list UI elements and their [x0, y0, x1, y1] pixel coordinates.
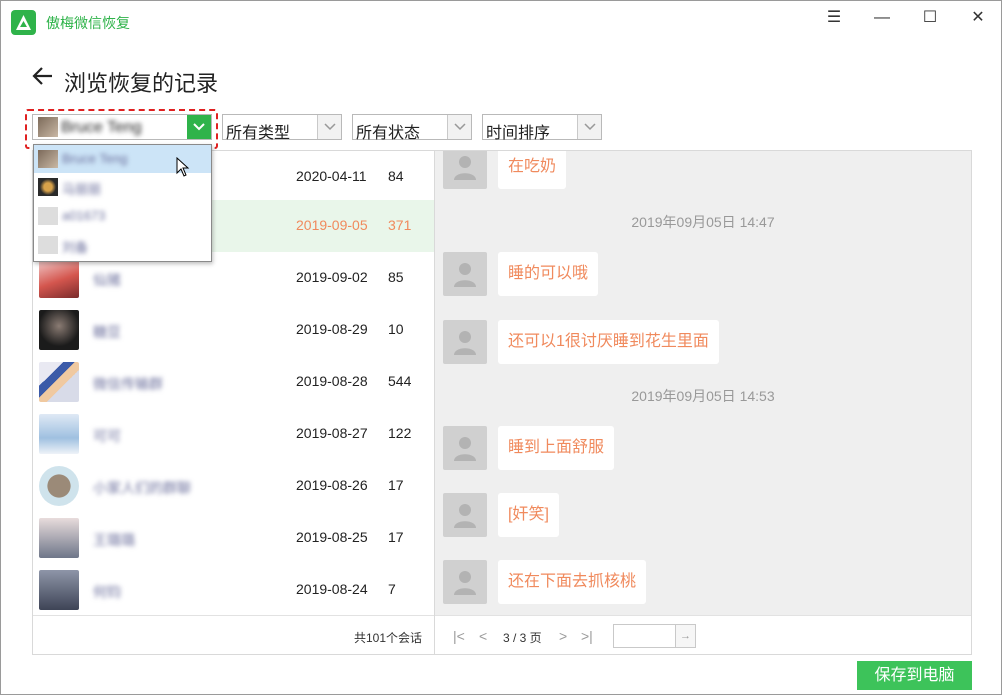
session-name: 小家人们的群聊: [93, 480, 191, 496]
message-bubble: 在吃奶: [498, 151, 567, 189]
status-filter-value: 所有状态: [356, 125, 421, 142]
user-avatar-icon: [38, 236, 58, 254]
session-avatar: [39, 362, 79, 402]
session-avatar: [39, 518, 79, 558]
option-label: 马丽丽: [62, 182, 102, 197]
prev-page-button[interactable]: <: [479, 628, 487, 644]
session-row[interactable]: 糖豆 2019-08-29 10: [33, 304, 434, 356]
minimize-button[interactable]: —: [867, 7, 897, 29]
session-row[interactable]: 何钧 2019-08-24 7: [33, 564, 434, 616]
app-logo: [11, 10, 36, 35]
message-bubble: 还可以1很讨厌睡到花生里面: [498, 320, 719, 364]
message-bubble: 还在下面去抓核桃: [498, 560, 647, 604]
session-date: 2019-08-24: [296, 581, 368, 597]
type-filter-value: 所有类型: [226, 125, 291, 142]
user-avatar-icon: [443, 426, 487, 470]
menu-icon[interactable]: ☰: [819, 7, 849, 29]
type-filter-select[interactable]: 所有类型: [222, 114, 342, 142]
user-avatar-icon: [38, 207, 58, 225]
contact-avatar: [38, 178, 58, 196]
session-row[interactable]: 小家人们的群聊 2019-08-26 17: [33, 460, 434, 512]
sort-filter-select[interactable]: 时间排序: [482, 114, 602, 142]
user-avatar-icon: [443, 252, 487, 296]
session-avatar: [39, 258, 79, 298]
go-page-button[interactable]: →: [675, 625, 695, 647]
dropdown-option[interactable]: a01673: [34, 202, 211, 230]
chevron-down-icon[interactable]: [317, 115, 341, 139]
session-date: 2019-08-28: [296, 373, 368, 389]
session-name: 王璐璐: [93, 532, 135, 548]
pagination: |< < 3 / 3 页 > >| →: [435, 615, 971, 655]
message-bubble: [奸笑]: [498, 493, 559, 537]
mouse-cursor-icon: [176, 157, 190, 177]
chat-timestamp: 2019年09月05日 14:53: [631, 388, 775, 404]
app-title: 傲梅微信恢复: [46, 15, 130, 31]
session-count: 17: [388, 477, 404, 493]
arrow-left-icon[interactable]: [31, 64, 55, 88]
session-total: 共101个会话: [353, 631, 422, 645]
session-date: 2019-08-29: [296, 321, 368, 337]
session-name: 何钧: [93, 584, 121, 600]
dropdown-option[interactable]: 马丽丽: [34, 173, 211, 201]
session-name: 微信传输群: [93, 376, 163, 392]
session-row[interactable]: 可可 2019-08-27 122: [33, 408, 434, 460]
chat-panel: 在吃奶 2019年09月05日 14:47 睡的可以哦 还可以1很讨厌睡到花生里…: [435, 150, 972, 655]
page-title: 浏览恢复的记录: [64, 71, 219, 96]
message-bubble: 睡的可以哦: [498, 252, 599, 296]
session-count: 10: [388, 321, 404, 337]
option-label: 刘备: [62, 240, 89, 255]
session-row[interactable]: 王璐璐 2019-08-25 17: [33, 512, 434, 564]
user-avatar-icon: [443, 560, 487, 604]
first-page-button[interactable]: |<: [453, 628, 465, 644]
session-name: 糖豆: [93, 324, 121, 340]
chat-timestamp: 2019年09月05日 14:47: [631, 214, 775, 230]
session-date: 2019-08-26: [296, 477, 368, 493]
contact-avatar: [38, 150, 58, 168]
app-window: 傲梅微信恢复 ☰ — ☐ ✕ 浏览恢复的记录 Bruce Teng 所有类型 所…: [0, 0, 1002, 695]
session-date: 2019-09-02: [296, 269, 368, 285]
session-avatar: [39, 466, 79, 506]
session-date: 2020-04-11: [296, 168, 367, 184]
page-number-input[interactable]: →: [613, 624, 696, 648]
session-row[interactable]: 微信传输群 2019-08-28 544: [33, 356, 434, 408]
sort-filter-value: 时间排序: [486, 125, 551, 142]
page-indicator: 3 / 3 页: [503, 631, 542, 645]
status-filter-select[interactable]: 所有状态: [352, 114, 472, 142]
session-name: 仙猪: [93, 272, 121, 288]
user-avatar-icon: [443, 493, 487, 537]
save-to-computer-button[interactable]: 保存到电脑: [857, 661, 972, 690]
session-date: 2019-08-25: [296, 529, 368, 545]
user-avatar-icon: [443, 320, 487, 364]
close-button[interactable]: ✕: [963, 7, 993, 29]
session-count: 544: [388, 373, 412, 389]
session-name: 可可: [93, 428, 121, 444]
next-page-button[interactable]: >: [559, 628, 567, 644]
user-avatar-icon: [443, 151, 487, 189]
session-count: 84: [388, 168, 404, 184]
chat-messages: 在吃奶 2019年09月05日 14:47 睡的可以哦 还可以1很讨厌睡到花生里…: [435, 151, 971, 615]
session-list-footer: 共101个会话: [33, 615, 434, 655]
last-page-button[interactable]: >|: [581, 628, 593, 644]
chevron-down-icon[interactable]: [577, 115, 601, 139]
session-count: 85: [388, 269, 404, 285]
session-date: 2019-08-27: [296, 425, 368, 441]
session-count: 122: [388, 425, 412, 441]
dropdown-option[interactable]: 刘备: [34, 231, 211, 259]
title-bar: 傲梅微信恢复 ☰ — ☐ ✕: [1, 1, 1001, 41]
session-avatar: [39, 310, 79, 350]
chevron-down-icon[interactable]: [447, 115, 471, 139]
session-avatar: [39, 414, 79, 454]
session-count: 17: [388, 529, 404, 545]
option-label: Bruce Teng: [62, 151, 128, 166]
maximize-button[interactable]: ☐: [915, 7, 945, 29]
session-avatar: [39, 570, 79, 610]
message-bubble: 睡到上面舒服: [498, 426, 615, 470]
session-count: 7: [388, 581, 396, 597]
session-count: 371: [388, 217, 412, 233]
highlight-box: [25, 109, 218, 149]
session-date: 2019-09-05: [296, 217, 368, 233]
option-label: a01673: [62, 208, 106, 223]
